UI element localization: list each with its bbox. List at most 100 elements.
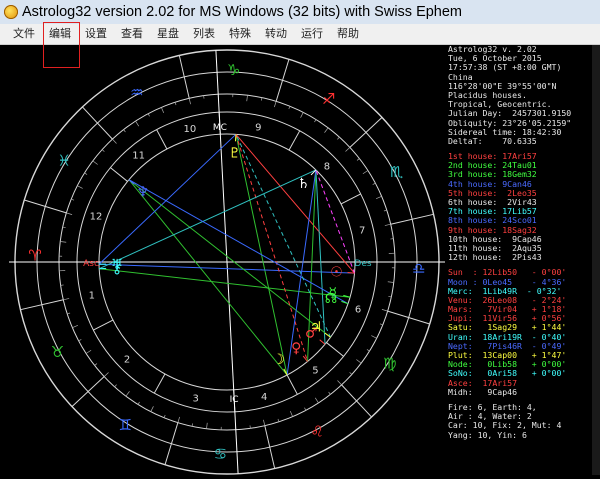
planet-glyph: ♇ — [228, 145, 241, 161]
menu-chart[interactable]: 星盘 — [150, 24, 186, 44]
degree-tick — [301, 112, 304, 117]
degree-tick — [289, 106, 290, 109]
house-number: 7 — [359, 226, 365, 237]
house-number: 6 — [355, 304, 361, 315]
menu-help[interactable]: 帮助 — [330, 24, 366, 44]
menu-animate[interactable]: 转动 — [258, 24, 294, 44]
menu-run[interactable]: 运行 — [294, 24, 330, 44]
house-number: 8 — [324, 161, 330, 172]
summary-line: Car: 10, Fix: 2, Mut: 4 — [448, 421, 600, 430]
sign-glyph: ♓ — [57, 151, 70, 169]
planet-line: Plut: 13Cap00 + 1°47' — [448, 351, 600, 360]
degree-tick — [178, 417, 180, 423]
house-cusp — [110, 168, 127, 182]
degree-tick — [93, 161, 98, 165]
degree-tick — [384, 210, 387, 211]
sign-glyph: ♉ — [51, 343, 64, 361]
house-line: 6th house: 2Vir43 — [448, 198, 600, 207]
house-line: 5th house: 2Leo35 — [448, 189, 600, 198]
menu-list[interactable]: 列表 — [186, 24, 222, 44]
des-label: Des — [354, 259, 371, 269]
degree-tick — [385, 224, 391, 225]
info-line: Obliquity: 23°26'05.2159" — [448, 119, 600, 128]
house-cusp — [287, 375, 297, 394]
degree-tick — [350, 372, 352, 374]
degree-tick — [363, 171, 368, 174]
aspect-line — [236, 134, 331, 337]
degree-tick — [380, 324, 383, 325]
info-line: DeltaT: 70.6335 — [448, 137, 600, 146]
vertical-scrollbar[interactable] — [592, 45, 600, 475]
menu-special[interactable]: 特殊 — [222, 24, 258, 44]
sign-boundary — [265, 426, 275, 469]
house-cusp — [326, 343, 343, 357]
sign-boundary — [276, 59, 289, 101]
house-line: 2nd house: 24Tau01 — [448, 161, 600, 170]
degree-tick — [112, 139, 116, 143]
sign-boundary — [165, 423, 178, 465]
house-number: 2 — [124, 355, 130, 366]
degree-tick — [124, 130, 126, 132]
degree-tick — [263, 420, 264, 426]
degree-tick — [290, 411, 292, 417]
info-line: Sidereal time: 18:42:30 — [448, 128, 600, 137]
degree-tick — [79, 339, 82, 340]
degree-tick — [371, 336, 376, 339]
menu-settings[interactable]: 设置 — [78, 24, 114, 44]
planet-list: Sun : 12Lib50 - 0°00' Moon : 0Leo45 - 4°… — [448, 268, 600, 397]
degree-tick — [136, 121, 139, 126]
planet-line: Sun : 12Lib50 - 0°00' — [448, 268, 600, 277]
planet-line: Nept: 7Pis46R - 0°49' — [448, 342, 600, 351]
house-number: 11 — [132, 151, 145, 162]
menu-view[interactable]: 查看 — [114, 24, 150, 44]
degree-tick — [357, 159, 359, 161]
degree-tick — [115, 385, 117, 387]
degree-tick — [63, 227, 66, 228]
house-line: 11th house: 2Aqu35 — [448, 244, 600, 253]
planet-glyph: ☊ — [325, 291, 337, 307]
degree-tick — [337, 380, 341, 384]
sign-glyph: ♌ — [310, 423, 323, 441]
degree-tick — [102, 150, 104, 152]
sign-glyph: ♏ — [390, 163, 404, 181]
degree-tick — [274, 101, 276, 107]
planet-glyph: ☽ — [272, 352, 285, 368]
house-cusp — [93, 320, 113, 330]
aspect-line — [316, 170, 325, 344]
degree-tick — [278, 419, 279, 422]
menu-edit[interactable]: 编辑 — [42, 24, 78, 44]
degree-tick — [329, 392, 331, 394]
degree-tick — [382, 309, 388, 311]
house-number: 3 — [193, 393, 199, 404]
house-cusp — [154, 374, 165, 393]
degree-tick — [367, 349, 370, 351]
sign-glyph: ♋ — [214, 445, 227, 463]
house-line: 9th house: 18Sag32 — [448, 226, 600, 235]
degree-tick — [151, 406, 154, 411]
degree-tick — [207, 423, 208, 429]
planet-line: SoNo: 0Ari58 + 0°00' — [448, 369, 600, 378]
chart-wheel[interactable]: ♈♉♊♋♌♍♎♏♐♑♒♓123456789101112AscDesMCIC☉☽☿… — [8, 45, 446, 475]
degree-tick — [67, 313, 70, 314]
sign-boundary — [24, 200, 66, 213]
sign-glyph: ♒ — [130, 83, 143, 101]
house-cusp — [341, 194, 361, 204]
degree-tick — [164, 415, 165, 418]
app-icon[interactable] — [4, 5, 18, 19]
house-line: 7th house: 17Lib57 — [448, 207, 600, 216]
menu-file[interactable]: 文件 — [6, 24, 42, 44]
info-panel: Astrolog32 v. 2.02 Tue, 6 October 2015 1… — [448, 45, 600, 475]
house-line: 8th house: 24Sco01 — [448, 216, 600, 225]
sign-glyph: ♐ — [322, 90, 335, 108]
aspect-line — [99, 134, 236, 264]
house-line: 10th house: 9Cap46 — [448, 235, 600, 244]
degree-tick — [345, 147, 349, 151]
planet-line: Node: 0Lib58 + 0°00' — [448, 360, 600, 369]
sign-boundary — [179, 55, 189, 98]
summary-line: Fire: 6, Earth: 4, — [448, 403, 600, 412]
degree-tick — [71, 199, 74, 200]
chart-area[interactable]: ♈♉♊♋♌♍♎♏♐♑♒♓123456789101112AscDesMCIC☉☽☿… — [8, 45, 446, 475]
summary-line: Yang: 10, Yin: 6 — [448, 431, 600, 440]
aspect-line — [99, 170, 316, 269]
house-number: 12 — [90, 212, 103, 223]
